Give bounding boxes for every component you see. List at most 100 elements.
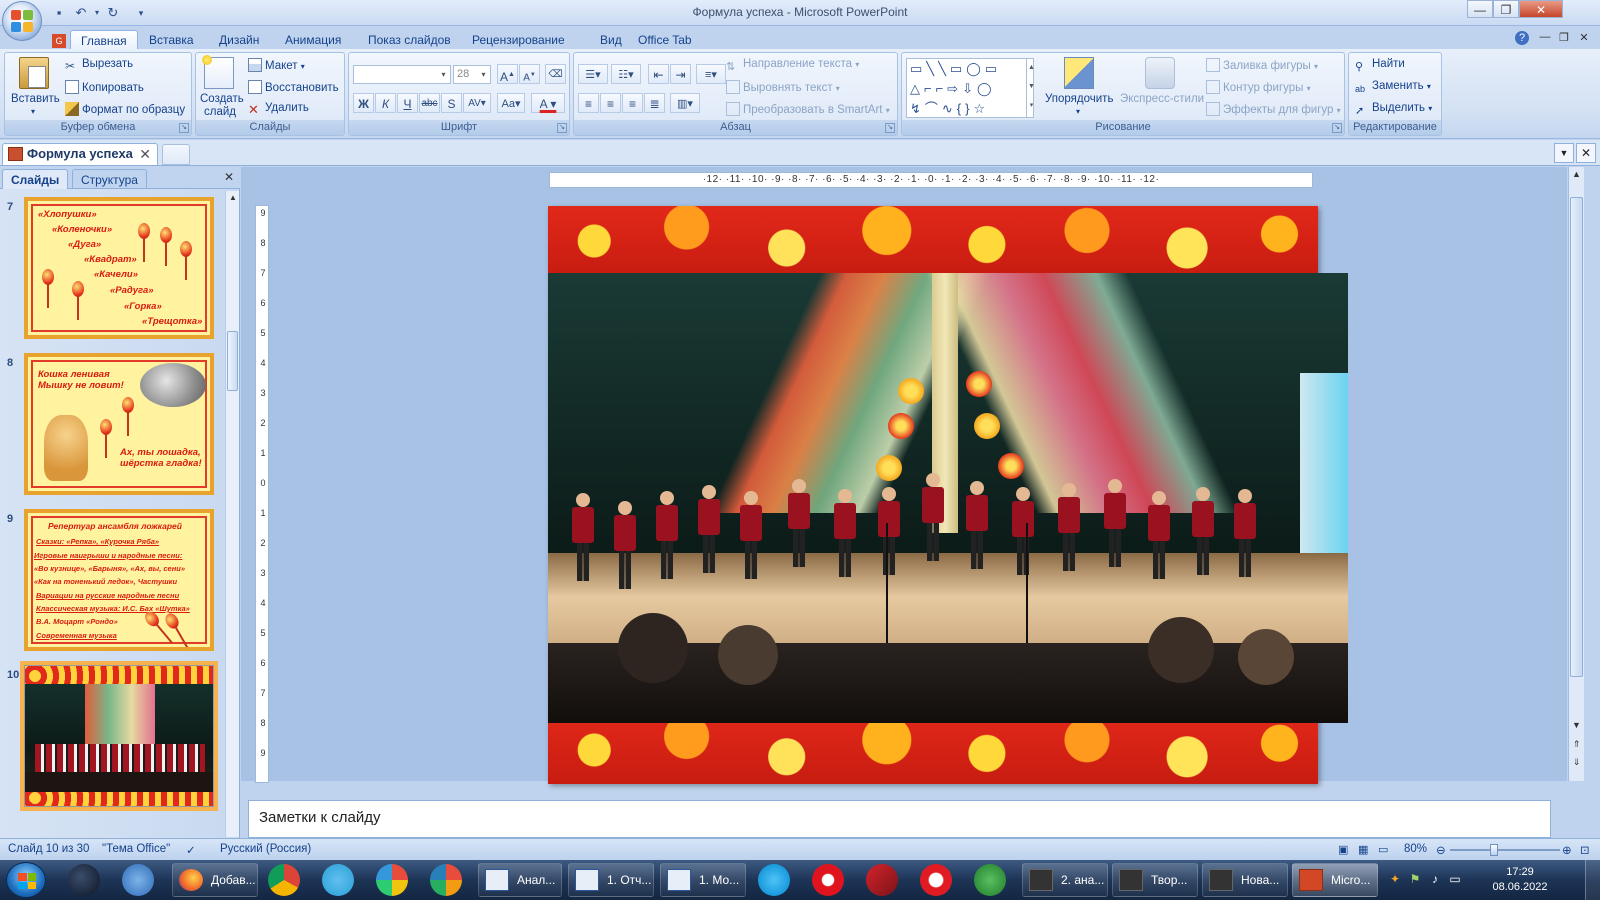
taskbar-window-button-1[interactable]: 2. ана...: [1022, 863, 1108, 897]
close-button[interactable]: ✕: [1519, 0, 1563, 18]
previous-slide-icon[interactable]: ⇑: [1570, 739, 1583, 750]
tab-insert[interactable]: Вставка: [139, 30, 204, 50]
doc-minimize-icon[interactable]: —: [1537, 31, 1553, 43]
justify-icon[interactable]: ≣: [644, 93, 665, 113]
delete-slide-button[interactable]: ✕ Удалить: [248, 102, 309, 117]
find-button[interactable]: ⚲ Найти: [1355, 58, 1405, 74]
tab-office-tab[interactable]: Office Tab: [628, 30, 702, 50]
editor-vertical-scrollbar[interactable]: ▲ ▼ ⇑ ⇓: [1568, 167, 1584, 781]
tab-animation[interactable]: Анимация: [275, 30, 351, 50]
tab-home[interactable]: Главная: [70, 30, 138, 50]
replace-button[interactable]: ab Заменить ▾: [1355, 80, 1431, 98]
clipboard-launcher-icon[interactable]: ↘: [179, 123, 189, 133]
align-text-button[interactable]: Выровнять текст ▾: [726, 80, 840, 94]
video-frame[interactable]: [548, 273, 1348, 723]
tray-notification-icon[interactable]: ▭: [1448, 872, 1462, 886]
photo-app-icon[interactable]: [430, 864, 462, 896]
scroll-up-icon[interactable]: ▲: [227, 193, 239, 202]
document-tab-close-icon[interactable]: ✕: [139, 144, 151, 164]
bold-icon[interactable]: Ж: [353, 93, 374, 113]
font-name-combo[interactable]: ▾: [353, 65, 451, 84]
line-spacing-icon[interactable]: ≡▾: [696, 64, 726, 84]
shapes-gallery[interactable]: ▭╲╲▭◯▭ △⌐⌐⇨⇩◯ ↯⌒∿{}☆: [906, 58, 1034, 118]
opera-icon[interactable]: [812, 864, 844, 896]
show-desktop-button[interactable]: [1585, 860, 1600, 900]
utorrent-icon[interactable]: [974, 864, 1006, 896]
next-slide-icon[interactable]: ⇓: [1570, 757, 1583, 768]
help-icon[interactable]: ?: [1515, 31, 1529, 45]
normal-view-icon[interactable]: ▣: [1338, 843, 1348, 856]
shape-effects-button[interactable]: Эффекты для фигур ▾: [1206, 102, 1341, 116]
tab-list-dropdown-icon[interactable]: ▼: [1554, 143, 1574, 163]
slide-thumbnail-8[interactable]: Кошка ленивая Мышку не ловит! Ах, ты лош…: [24, 353, 214, 495]
format-painter-button[interactable]: Формат по образцу: [65, 102, 185, 116]
taskbar-word-button-2[interactable]: 1. Отч...: [568, 863, 654, 897]
minimize-button[interactable]: —: [1467, 0, 1493, 18]
slide-thumbnail-9[interactable]: Репертуар ансамбля ложкарей Сказки: «Реп…: [24, 509, 214, 651]
new-document-tab-button[interactable]: [162, 144, 190, 165]
shapes-gallery-scroll-icon[interactable]: ▲ ▼ ▾: [1026, 58, 1036, 118]
tray-network-status-icon[interactable]: ⚑: [1408, 872, 1422, 886]
underline-icon[interactable]: Ч: [397, 93, 418, 113]
cut-button[interactable]: ✂ Вырезать: [65, 58, 133, 73]
taskbar-powerpoint-button[interactable]: Micro...: [1292, 863, 1378, 897]
font-size-dropdown-icon[interactable]: ▾: [478, 67, 489, 82]
quick-styles-icon[interactable]: [1145, 57, 1175, 89]
shrink-font-icon[interactable]: A▼: [519, 64, 540, 84]
tray-clock[interactable]: 17:29 08.06.2022: [1490, 865, 1550, 895]
paste-button[interactable]: Вставить: [11, 93, 60, 105]
arrange-dropdown-icon[interactable]: ▾: [1076, 107, 1080, 116]
steam-icon[interactable]: [68, 864, 100, 896]
tab-design[interactable]: Дизайн: [209, 30, 269, 50]
slide-thumbnail-10[interactable]: [20, 661, 218, 811]
scroll-up-icon[interactable]: ▲: [1570, 169, 1583, 179]
drawing-launcher-icon[interactable]: ↘: [1332, 123, 1342, 133]
tray-app-icon[interactable]: ✦: [1388, 872, 1402, 886]
new-slide-icon[interactable]: [202, 55, 234, 89]
align-right-icon[interactable]: ≡: [622, 93, 643, 113]
font-size-combo[interactable]: 28 ▾: [453, 65, 491, 84]
reset-slide-button[interactable]: Восстановить: [248, 80, 339, 94]
shape-outline-button[interactable]: Контур фигуры ▾: [1206, 80, 1311, 94]
clear-formatting-icon[interactable]: ⌫: [545, 64, 566, 84]
copy-button[interactable]: Копировать: [65, 80, 144, 94]
picasa-icon[interactable]: [376, 864, 408, 896]
spellcheck-icon[interactable]: ✓: [186, 843, 196, 857]
qbittorrent-icon[interactable]: [122, 864, 154, 896]
tab-slideshow[interactable]: Показ слайдов: [358, 30, 461, 50]
office-tab-icon[interactable]: G: [48, 30, 70, 50]
tab-outline[interactable]: Структура: [72, 169, 147, 189]
maximize-button[interactable]: ❐: [1493, 0, 1519, 18]
tray-volume-icon[interactable]: ♪: [1428, 872, 1442, 886]
align-left-icon[interactable]: ≡: [578, 93, 599, 113]
text-direction-button[interactable]: ⇅ Направление текста ▾: [726, 58, 859, 74]
telegram-icon[interactable]: [322, 864, 354, 896]
shape-fill-button[interactable]: Заливка фигуры ▾: [1206, 58, 1318, 72]
app-red-icon[interactable]: [866, 864, 898, 896]
tab-review[interactable]: Рецензирование: [462, 30, 575, 50]
theme-name[interactable]: "Тема Office": [102, 843, 170, 855]
skype-icon[interactable]: [758, 864, 790, 896]
paste-icon[interactable]: [19, 57, 49, 89]
doc-restore-icon[interactable]: ❐: [1556, 31, 1572, 44]
taskbar-window-button-2[interactable]: Твор...: [1112, 863, 1198, 897]
fit-to-window-icon[interactable]: ⊡: [1580, 843, 1590, 857]
slide-thumbnail-7[interactable]: «Хлопушки» «Коленочки» «Дуга» «Квадрат» …: [24, 197, 214, 339]
taskbar-window-button-3[interactable]: Нова...: [1202, 863, 1288, 897]
tab-slides[interactable]: Слайды: [2, 169, 69, 189]
arrange-button[interactable]: Упорядочить: [1045, 93, 1113, 105]
start-button[interactable]: [6, 862, 46, 898]
taskbar-firefox-button[interactable]: Добав...: [172, 863, 258, 897]
zoom-out-icon[interactable]: ⊖: [1436, 843, 1446, 857]
editor-scroll-thumb[interactable]: [1570, 197, 1583, 677]
columns-icon[interactable]: ▥▾: [670, 93, 700, 113]
shadow-icon[interactable]: S: [441, 93, 462, 113]
chrome-icon[interactable]: [268, 864, 300, 896]
font-color-icon[interactable]: A ▾: [531, 93, 565, 113]
new-slide-button[interactable]: Создать слайд: [200, 93, 244, 119]
yandex-browser-icon[interactable]: [920, 864, 952, 896]
slides-pane-scrollbar[interactable]: ▲: [225, 191, 239, 837]
zoom-slider-handle[interactable]: [1490, 844, 1498, 856]
taskbar-word-button-3[interactable]: 1. Мо...: [660, 863, 746, 897]
paste-dropdown-icon[interactable]: ▾: [31, 107, 35, 116]
